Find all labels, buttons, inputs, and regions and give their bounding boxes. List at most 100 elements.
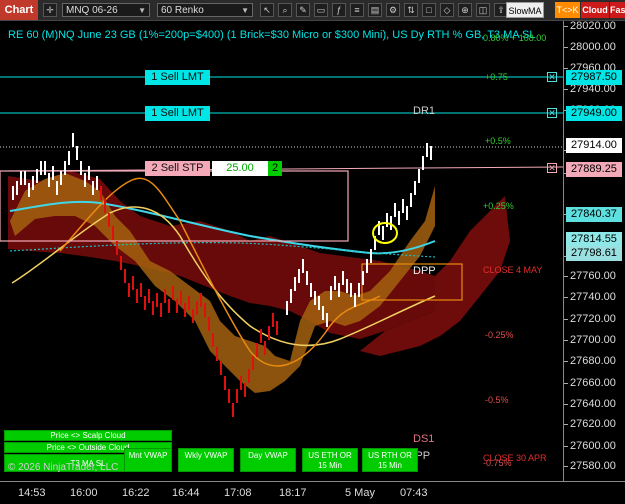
level-plus-05: +0.5% [485,136,511,146]
sell-stp-price[interactable]: 25.00 [212,161,268,176]
time-axis[interactable]: 14:53 16:00 16:22 16:44 17:08 18:17 5 May 07:43 [0,481,625,504]
price-axis-tick [564,297,568,298]
sell-stp-qty[interactable]: 2 [268,161,282,176]
price-axis-label: 27700.00 [570,334,616,346]
chart-toolbar: Chart ✛ MNQ 06-26 ▼ 60 Renko ▼ ↖ ⌕ ✎ ▭ ƒ ≡… [0,0,625,21]
price-axis-tick [564,361,568,362]
close-order-icon[interactable]: ✕ [547,72,557,82]
chart-canvas [0,76,564,417]
price-marker: 27914.00 [566,138,622,153]
time-axis-label: 07:43 [400,487,428,499]
price-marker: 27889.25 [566,162,622,177]
level-minus-025: -0.25% [485,330,514,340]
data-box-icon[interactable]: □ [422,3,436,17]
magnifier-icon[interactable]: ⌕ [278,3,292,17]
global-crosshair-icon[interactable]: ⊕ [458,3,472,17]
price-marker: 27987.50 [566,70,622,85]
bar-type-value: 60 Renko [161,5,204,16]
price-marker: 27949.00 [566,106,622,121]
properties-icon[interactable]: ⚙ [386,3,400,17]
chart-title: RE 60 (M)NQ June 23 GB (1%=200p=$400) (1… [8,29,536,41]
price-axis-tick [564,466,568,467]
time-axis-label: 14:53 [18,487,46,499]
day-vwap-button[interactable]: Day VWAP [240,448,296,472]
fast-toggle[interactable]: Fast [610,2,625,18]
dpp-label: DPP [413,265,436,277]
price-axis-tick [564,89,568,90]
price-axis-tick [564,319,568,320]
ds1-label: DS1 [413,433,435,445]
dr1-label: DR1 [413,105,436,117]
price-marker: 27840.37 [566,207,622,222]
sell-lmt-order-2[interactable]: 1 Sell LMT [145,106,210,121]
time-axis-label: 17:08 [224,487,252,499]
price-axis-tick [564,276,568,277]
price-axis-tick [564,26,568,27]
scalp-cloud-button[interactable]: Price <> Scalp Cloud [4,430,172,441]
price-axis-label: 27680.00 [570,355,616,367]
instrument-selector[interactable]: MNQ 06-26 ▼ [62,3,150,17]
templates-icon[interactable]: ▤ [368,3,382,17]
drawing-tool-icon[interactable]: ✎ [296,3,310,17]
time-axis-label: 16:22 [122,487,150,499]
price-axis-label: 28020.00 [570,20,616,32]
close-apr-label: CLOSE 30 APR [483,453,547,463]
price-axis-label: 27660.00 [570,377,616,389]
time-axis-label: 18:17 [279,487,307,499]
instrument-value: MNQ 06-26 [66,5,118,16]
price-axis-label: 27600.00 [570,440,616,452]
close-may-label: CLOSE 4 MAY [483,265,543,275]
highlight-circle [372,222,398,244]
us-eth-or-button[interactable]: US ETH OR 15 Min [302,448,358,472]
strategies-icon[interactable]: ≡ [350,3,364,17]
copyright: © 2026 NinjaTrader, LLC [8,462,119,473]
price-axis-label: 27760.00 [570,270,616,282]
close-order-icon[interactable]: ✕ [547,163,557,173]
time-axis-label: 5 May [345,487,375,499]
price-axis-tick [564,68,568,69]
bar-type-selector[interactable]: 60 Renko ▼ [157,3,253,17]
snapshot-icon[interactable]: ◫ [476,3,490,17]
price-axis-label: 27740.00 [570,291,616,303]
price-axis-tick [564,404,568,405]
price-axis-tick [564,383,568,384]
sell-stp-order[interactable]: 2 Sell STP [145,161,210,176]
price-axis-label: 27640.00 [570,398,616,410]
us-rth-or-button[interactable]: US RTH OR 15 Min [362,448,418,472]
price-axis-label: 28000.00 [570,41,616,53]
indicators-icon[interactable]: ƒ [332,3,346,17]
level-plus-075: +0.75 [485,72,508,82]
tk-toggle[interactable]: T<>K [555,2,580,18]
price-marker: 27814.55 [566,232,622,247]
chevron-down-icon: ▼ [138,6,146,15]
pointer-icon[interactable]: ↖ [260,3,274,17]
crosshair-icon[interactable]: ✛ [43,3,57,17]
wkly-vwap-button[interactable]: Wkly VWAP [178,448,234,472]
price-axis-tick [564,446,568,447]
price-axis-tick [564,47,568,48]
price-axis-label: 27620.00 [570,418,616,430]
time-axis-label: 16:44 [172,487,200,499]
price-marker: 27798.61 [566,246,622,261]
price-axis[interactable]: 28020.0028000.0027960.0027940.0027920.00… [563,21,625,481]
sell-lmt-order-1[interactable]: 1 Sell LMT [145,70,210,85]
chevron-down-icon: ▼ [241,6,249,15]
price-axis-label: 27720.00 [570,313,616,325]
mnt-vwap-button[interactable]: Mnt VWAP [124,448,172,472]
cloud-toggle[interactable]: Cloud [581,2,609,18]
price-axis-label: 27580.00 [570,460,616,472]
price-axis-tick [564,424,568,425]
slowma-toggle[interactable]: SlowMA [506,2,544,18]
level-minus-05: -0.5% [485,395,509,405]
price-axis-label: 27940.00 [570,83,616,95]
chart-trader-icon[interactable]: ⇅ [404,3,418,17]
close-order-icon[interactable]: ✕ [547,108,557,118]
price-axis-tick [564,340,568,341]
chart-tab[interactable]: Chart [0,0,38,20]
top-percent-level: 0.80% + 108.00 [483,33,547,43]
scroll-icon[interactable]: ◇ [440,3,454,17]
price-chart[interactable]: RE 60 (M)NQ June 23 GB (1%=200p=$400) (1… [0,21,564,481]
time-axis-label: 16:00 [70,487,98,499]
level-plus-025: +0.25% [483,201,514,211]
lock-icon[interactable]: ▭ [314,3,328,17]
